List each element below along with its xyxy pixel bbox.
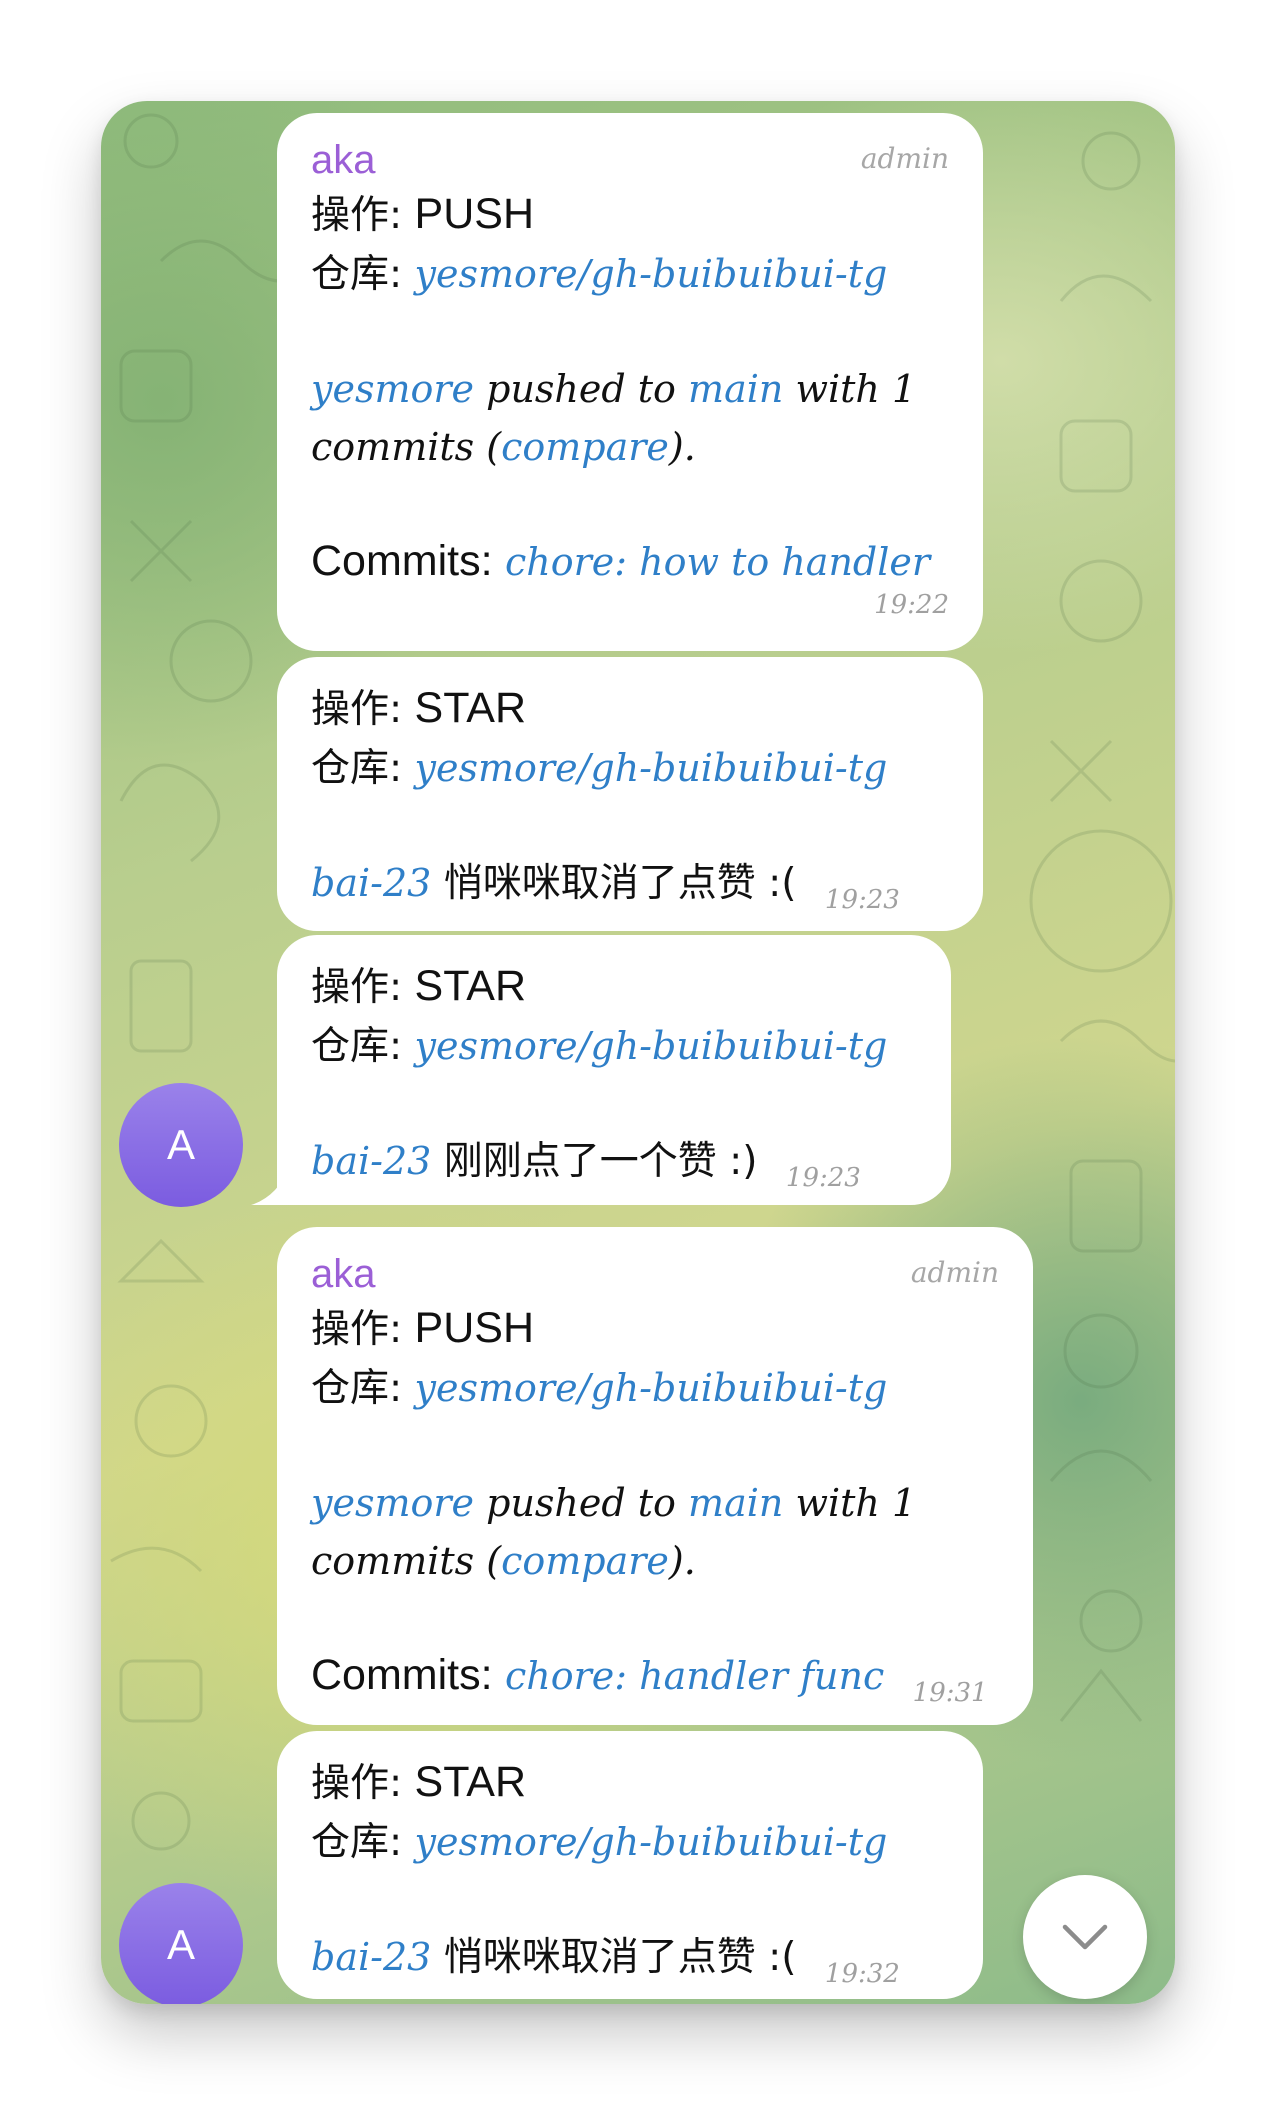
operation-line: 操作: PUSH [311,1304,535,1352]
operation-value: PUSH [414,190,535,238]
message-bubble[interactable]: aka admin 操作: PUSH 仓库: yesmore/gh-buibui… [277,113,983,651]
commit-link[interactable]: chore: handler func [505,1654,884,1698]
repository-link[interactable]: yesmore/gh-buibuibui-tg [415,252,888,296]
star-line: bai-23 悄咪咪取消了点赞 :( 19:32 [311,1935,900,1989]
user-link[interactable]: bai-23 [311,861,431,905]
commit-link[interactable]: chore: how to handler [505,540,930,584]
repository-link[interactable]: yesmore/gh-buibuibui-tg [415,746,888,790]
compare-link[interactable]: compare [501,1539,669,1583]
repository-line: 仓库: yesmore/gh-buibuibui-tg [311,1366,888,1411]
user-link[interactable]: yesmore [311,367,474,411]
repository-line: 仓库: yesmore/gh-buibuibui-tg [311,1820,888,1865]
scroll-to-bottom-button[interactable] [1023,1875,1147,1999]
star-line: bai-23 刚刚点了一个赞 :) 19:23 [311,1139,861,1193]
star-line: bai-23 悄咪咪取消了点赞 :( 19:23 [311,861,900,915]
admin-badge: admin [860,142,949,175]
operation-line: 操作: STAR [311,962,527,1010]
avatar[interactable]: A [119,1883,243,2004]
operation-value: STAR [414,1758,527,1806]
bubble-tail [251,1165,291,1205]
message-bubble[interactable]: 操作: STAR 仓库: yesmore/gh-buibuibui-tg bai… [277,935,951,1205]
compare-link[interactable]: compare [501,425,669,469]
operation-value: STAR [414,684,527,732]
repository-link[interactable]: yesmore/gh-buibuibui-tg [415,1366,888,1410]
message-time: 19:32 [824,1959,900,1989]
avatar[interactable]: A [119,1083,243,1207]
user-link[interactable]: bai-23 [311,1935,431,1979]
sender-name[interactable]: aka [311,138,376,182]
message-header: aka admin [311,135,949,185]
user-link[interactable]: yesmore [311,1481,474,1525]
repository-line: 仓库: yesmore/gh-buibuibui-tg [311,746,888,791]
push-summary-cont: commits (compare). [311,425,696,469]
message-time: 19:22 [874,590,949,620]
user-link[interactable]: bai-23 [311,1139,431,1183]
repository-link[interactable]: yesmore/gh-buibuibui-tg [415,1024,888,1068]
push-summary: yesmore pushed to main with 1 [311,367,917,411]
message-bubble[interactable]: 操作: STAR 仓库: yesmore/gh-buibuibui-tg bai… [277,657,983,931]
admin-badge: admin [910,1256,999,1289]
operation-line: 操作: PUSH [311,190,535,238]
repository-line: 仓库: yesmore/gh-buibuibui-tg [311,252,888,297]
message-time: 19:23 [824,885,900,915]
message-header: aka admin [311,1249,999,1299]
message-time: 19:23 [785,1163,861,1193]
sender-name[interactable]: aka [311,1252,376,1296]
commits-line: Commits: chore: handler func 19:31 [311,1651,988,1708]
operation-value: STAR [414,962,527,1010]
repository-line: 仓库: yesmore/gh-buibuibui-tg [311,1024,888,1069]
push-summary-cont: commits (compare). [311,1539,696,1583]
operation-value: PUSH [414,1304,535,1352]
operation-line: 操作: STAR [311,684,527,732]
chevron-down-icon [1062,1924,1108,1950]
chat-screen: aka admin 操作: PUSH 仓库: yesmore/gh-buibui… [101,101,1175,2004]
repository-link[interactable]: yesmore/gh-buibuibui-tg [415,1820,888,1864]
operation-line: 操作: STAR [311,1758,527,1806]
branch-link[interactable]: main [688,1481,783,1525]
message-bubble[interactable]: 操作: STAR 仓库: yesmore/gh-buibuibui-tg bai… [277,1731,983,1999]
message-bubble[interactable]: aka admin 操作: PUSH 仓库: yesmore/gh-buibui… [277,1227,1033,1725]
message-time: 19:31 [912,1678,988,1708]
branch-link[interactable]: main [688,367,783,411]
commits-line: Commits: chore: how to handler [311,537,931,585]
push-summary: yesmore pushed to main with 1 [311,1481,917,1525]
